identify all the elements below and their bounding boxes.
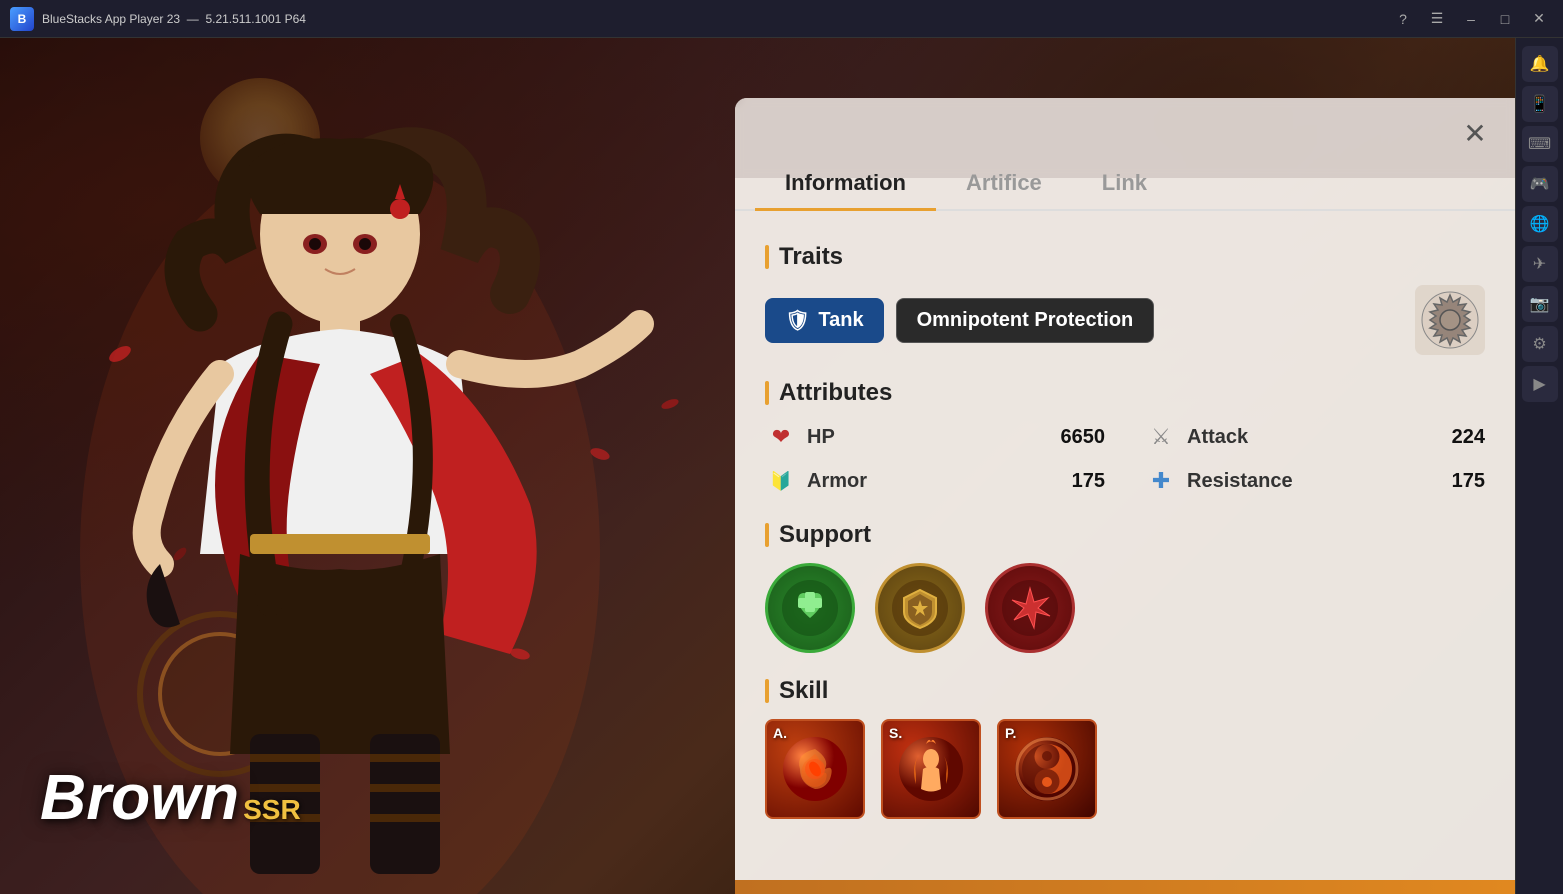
- right-sidebar: 🔔 📱 ⌨ 🎮 🌐 ✈ 📷 ⚙ ▶: [1515, 38, 1563, 894]
- attack-label: Attack: [1187, 426, 1442, 449]
- support-icons-row: [765, 563, 1485, 653]
- minimize-button[interactable]: –: [1457, 5, 1485, 33]
- restore-button[interactable]: □: [1491, 5, 1519, 33]
- tab-link[interactable]: Link: [1072, 158, 1177, 211]
- trait-tank-badge[interactable]: 🛡 Tank: [765, 298, 884, 343]
- resistance-value: 175: [1452, 470, 1485, 493]
- skill-p-label: P.: [1005, 725, 1016, 741]
- attr-resistance-row: ✚ Resistance 175: [1145, 465, 1485, 497]
- traits-title: Traits: [765, 243, 1485, 271]
- skill-s-label: S.: [889, 725, 902, 741]
- skill-title: Skill: [765, 677, 1485, 705]
- title-bar: B BlueStacks App Player 23 — 5.21.511.10…: [0, 0, 1563, 38]
- trait-omnipotent-badge[interactable]: Omnipotent Protection: [896, 298, 1155, 343]
- info-panel: ✕ Information Artifice Link Traits 🛡 Tan…: [735, 98, 1515, 894]
- bottom-accent-bar: [735, 880, 1515, 894]
- hp-value: 6650: [1061, 426, 1106, 449]
- sidebar-airplane-icon[interactable]: ✈: [1522, 246, 1558, 282]
- skill-icons-row: A.: [765, 719, 1485, 819]
- hp-icon: ❤: [765, 421, 797, 453]
- sidebar-globe-icon[interactable]: 🌐: [1522, 206, 1558, 242]
- support-title: Support: [765, 521, 1485, 549]
- close-panel-button[interactable]: ✕: [1455, 113, 1495, 153]
- attr-hp-row: ❤ HP 6650: [765, 421, 1105, 453]
- help-button[interactable]: ?: [1389, 5, 1417, 33]
- traits-section: Traits 🛡 Tank Omnipotent Protection: [765, 243, 1485, 355]
- game-area: Brown SSR ✕ Information Artifice Link Tr…: [0, 38, 1515, 894]
- sidebar-camera-icon[interactable]: 📷: [1522, 286, 1558, 322]
- support-section: Support: [765, 521, 1485, 653]
- character-name-display: Brown SSR: [40, 760, 301, 834]
- support-icon-gold[interactable]: [875, 563, 965, 653]
- attributes-section: Attributes ❤ HP 6650 ⚔ Attack 224: [765, 379, 1485, 497]
- armor-label: Armor: [807, 470, 1062, 493]
- close-window-button[interactable]: ✕: [1525, 5, 1553, 33]
- sidebar-notification-icon[interactable]: 🔔: [1522, 46, 1558, 82]
- skill-a-label: A.: [773, 725, 787, 741]
- tab-information[interactable]: Information: [755, 158, 936, 211]
- menu-button[interactable]: ☰: [1423, 5, 1451, 33]
- attributes-title: Attributes: [765, 379, 1485, 407]
- character-name: Brown: [40, 760, 239, 834]
- sidebar-gamepad-icon[interactable]: 🎮: [1522, 166, 1558, 202]
- attributes-grid: ❤ HP 6650 ⚔ Attack 224 🔰 Armor 175: [765, 421, 1485, 497]
- skill-section: Skill A.: [765, 677, 1485, 819]
- panel-content: Traits 🛡 Tank Omnipotent Protection: [735, 223, 1515, 894]
- skill-card-p[interactable]: P.: [997, 719, 1097, 819]
- tank-icon: 🛡: [785, 308, 810, 333]
- character-rarity: SSR: [243, 794, 301, 826]
- tab-bar: Information Artifice Link: [735, 158, 1515, 211]
- support-icon-red[interactable]: [985, 563, 1075, 653]
- attr-attack-row: ⚔ Attack 224: [1145, 421, 1485, 453]
- sidebar-play-icon[interactable]: ▶: [1522, 366, 1558, 402]
- support-icon-green[interactable]: [765, 563, 855, 653]
- skill-card-a[interactable]: A.: [765, 719, 865, 819]
- tab-artifice[interactable]: Artifice: [936, 158, 1072, 211]
- window-controls: ? ☰ – □ ✕: [1389, 5, 1553, 33]
- attack-value: 224: [1452, 426, 1485, 449]
- armor-icon: 🔰: [765, 465, 797, 497]
- omnipotent-label: Omnipotent Protection: [917, 309, 1134, 332]
- armor-value: 175: [1072, 470, 1105, 493]
- app-title: BlueStacks App Player 23 — 5.21.511.1001…: [42, 12, 1389, 26]
- sidebar-phone-icon[interactable]: 📱: [1522, 86, 1558, 122]
- hp-label: HP: [807, 426, 1051, 449]
- resistance-label: Resistance: [1187, 470, 1442, 493]
- trait-tank-label: Tank: [818, 309, 863, 332]
- skill-card-s[interactable]: S.: [881, 719, 981, 819]
- resistance-icon: ✚: [1145, 465, 1177, 497]
- sidebar-keyboard-icon[interactable]: ⌨: [1522, 126, 1558, 162]
- traits-row: 🛡 Tank Omnipotent Protection: [765, 285, 1485, 355]
- attack-icon: ⚔: [1145, 421, 1177, 453]
- trait-emblem: [1415, 285, 1485, 355]
- sidebar-settings-icon[interactable]: ⚙: [1522, 326, 1558, 362]
- attr-armor-row: 🔰 Armor 175: [765, 465, 1105, 497]
- app-icon: B: [10, 7, 34, 31]
